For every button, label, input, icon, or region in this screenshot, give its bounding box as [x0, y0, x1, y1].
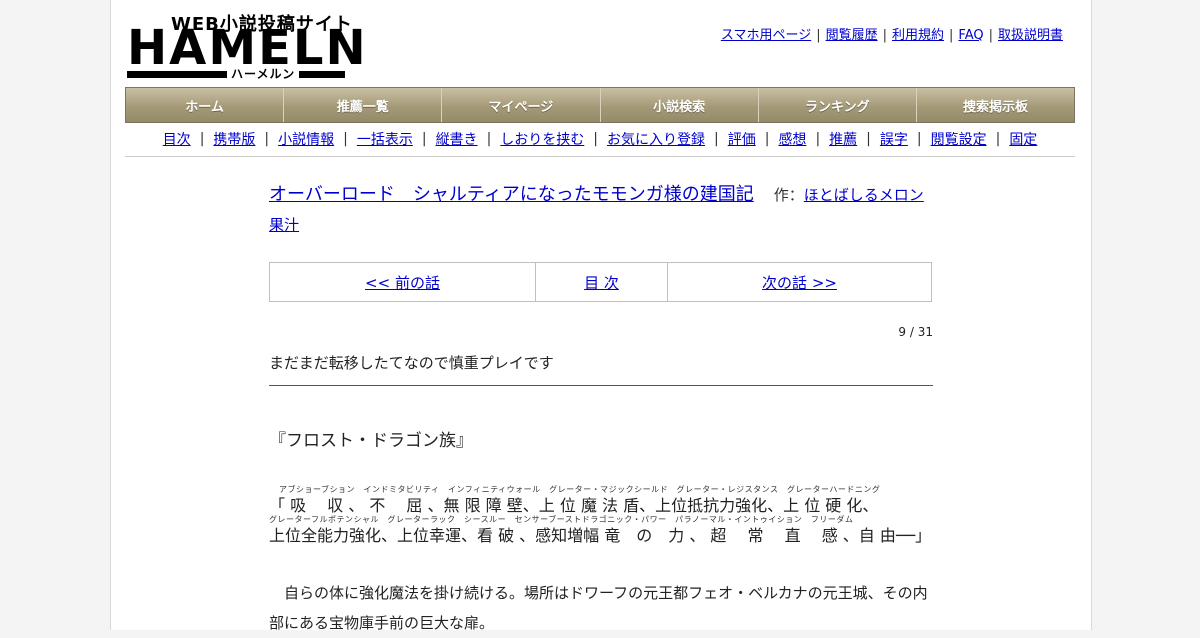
link-terms[interactable]: 利用規約 — [892, 28, 944, 43]
top-links: スマホ用ページ | 閲覧履歴 | 利用規約 | FAQ | 取扱説明書 — [721, 24, 1063, 43]
nav-mypage[interactable]: マイページ — [442, 88, 601, 122]
main-nav: ホーム 推薦一覧 マイページ 小説検索 ランキング 捜索掲示板 — [125, 87, 1075, 123]
subnav-index[interactable]: 目次 — [163, 129, 191, 149]
episode-content: オーバーロード シャルティアになったモモンガ様の建国記 作：ほとばしるメロン果汁 … — [269, 180, 933, 632]
subnav-novel-info[interactable]: 小説情報 — [278, 129, 334, 149]
episode-subtitle: まだまだ転移したてなので慎重プレイです — [269, 352, 933, 386]
separator: | — [916, 131, 922, 147]
novel-header: オーバーロード シャルティアになったモモンガ様の建国記 作：ほとばしるメロン果汁 — [269, 180, 933, 240]
separator: | — [593, 131, 598, 147]
spell-list: アブショーブション インドミタビリティ インフィニティウォール グレーター・マジ… — [269, 484, 933, 545]
link-manual[interactable]: 取扱説明書 — [998, 28, 1063, 43]
sub-nav: 目次 | 携帯版 | 小説情報 | 一括表示 | 縦書き | しおりを挟む | お気に入り登… — [125, 122, 1075, 157]
body-paragraph: 自らの体に強化魔法を掛け続ける。場所はドワーフの元王都フェオ・ベルカナの元王城、… — [269, 584, 928, 632]
separator: | — [486, 131, 492, 147]
link-faq[interactable]: FAQ — [958, 28, 983, 43]
prev-episode-link[interactable]: << 前の話 — [365, 272, 440, 293]
separator: | — [866, 131, 871, 147]
separator: | — [815, 131, 821, 147]
body-line: 『フロスト・ドラゴン族』 — [269, 431, 473, 451]
hameln-logo[interactable]: WEB小説投稿サイト HAMELN ハーメルン — [127, 10, 366, 82]
nav-search-board[interactable]: 捜索掲示板 — [916, 88, 1075, 122]
ruby-base: 上位全能力強化、上位幸運、看 破 、感知増幅 竜 の 力 、 超 常 直 感 、… — [269, 526, 932, 545]
separator: | — [949, 28, 954, 43]
subnav-rating[interactable]: 評価 — [728, 129, 756, 149]
subnav-recommend[interactable]: 推薦 — [829, 129, 857, 149]
subnav-vertical[interactable]: 縦書き — [436, 129, 478, 149]
episode-nav: << 前の話 目 次 次の話 >> — [269, 262, 932, 302]
subnav-mobile[interactable]: 携帯版 — [213, 129, 255, 149]
next-episode-link[interactable]: 次の話 >> — [762, 272, 837, 293]
page-container: WEB小説投稿サイト HAMELN ハーメルン スマホ用ページ | 閲覧履歴 | 利用規… — [110, 0, 1092, 632]
separator: | — [421, 131, 427, 147]
separator: | — [988, 28, 993, 43]
subnav-fixed[interactable]: 固定 — [1009, 129, 1037, 149]
separator: | — [264, 131, 270, 147]
subnav-typo[interactable]: 誤字 — [880, 129, 908, 149]
separator: | — [199, 131, 205, 147]
subnav-bookmark[interactable]: しおりを挟む — [500, 129, 584, 149]
separator: | — [764, 131, 770, 147]
author-label: 作： — [773, 186, 804, 204]
episode-body: 『フロスト・ドラゴン族』 アブショーブション インドミタビリティ インフィニティ… — [269, 426, 933, 632]
subnav-favorite[interactable]: お気に入り登録 — [607, 129, 705, 149]
ruby-base: 「 吸 収 、 不 屈 、無 限 障 壁、上 位 魔 法 盾、上位抵抗力強化、上… — [269, 496, 879, 515]
subnav-review[interactable]: 感想 — [778, 129, 806, 149]
separator: | — [995, 131, 1001, 147]
separator: | — [882, 28, 887, 43]
ruby-line: グレーターフルポテンシャル グレーターラック シースルー センサーブーストドラゴ… — [269, 514, 933, 545]
index-cell: 目 次 — [536, 263, 668, 301]
separator: | — [816, 28, 821, 43]
episode-counter: 9 / 31 — [898, 325, 933, 339]
subnav-all-display[interactable]: 一括表示 — [357, 129, 413, 149]
next-episode-cell: 次の話 >> — [668, 263, 931, 301]
separator: | — [714, 131, 719, 147]
ruby-line: アブショーブション インドミタビリティ インフィニティウォール グレーター・マジ… — [269, 484, 933, 515]
separator: | — [343, 131, 348, 147]
nav-home[interactable]: ホーム — [126, 88, 285, 122]
subnav-view-settings[interactable]: 閲覧設定 — [931, 129, 987, 149]
link-history[interactable]: 閲覧履歴 — [826, 28, 878, 43]
nav-ranking[interactable]: ランキング — [758, 88, 917, 122]
novel-title-link[interactable]: オーバーロード シャルティアになったモモンガ様の建国記 — [269, 184, 754, 205]
link-smartphone[interactable]: スマホ用ページ — [721, 28, 811, 43]
index-link[interactable]: 目 次 — [584, 272, 619, 293]
nav-recommend-list[interactable]: 推薦一覧 — [284, 88, 443, 122]
logo-kana: ハーメルン — [227, 65, 300, 82]
nav-novel-search[interactable]: 小説検索 — [600, 88, 759, 122]
prev-episode-cell: << 前の話 — [270, 263, 536, 301]
